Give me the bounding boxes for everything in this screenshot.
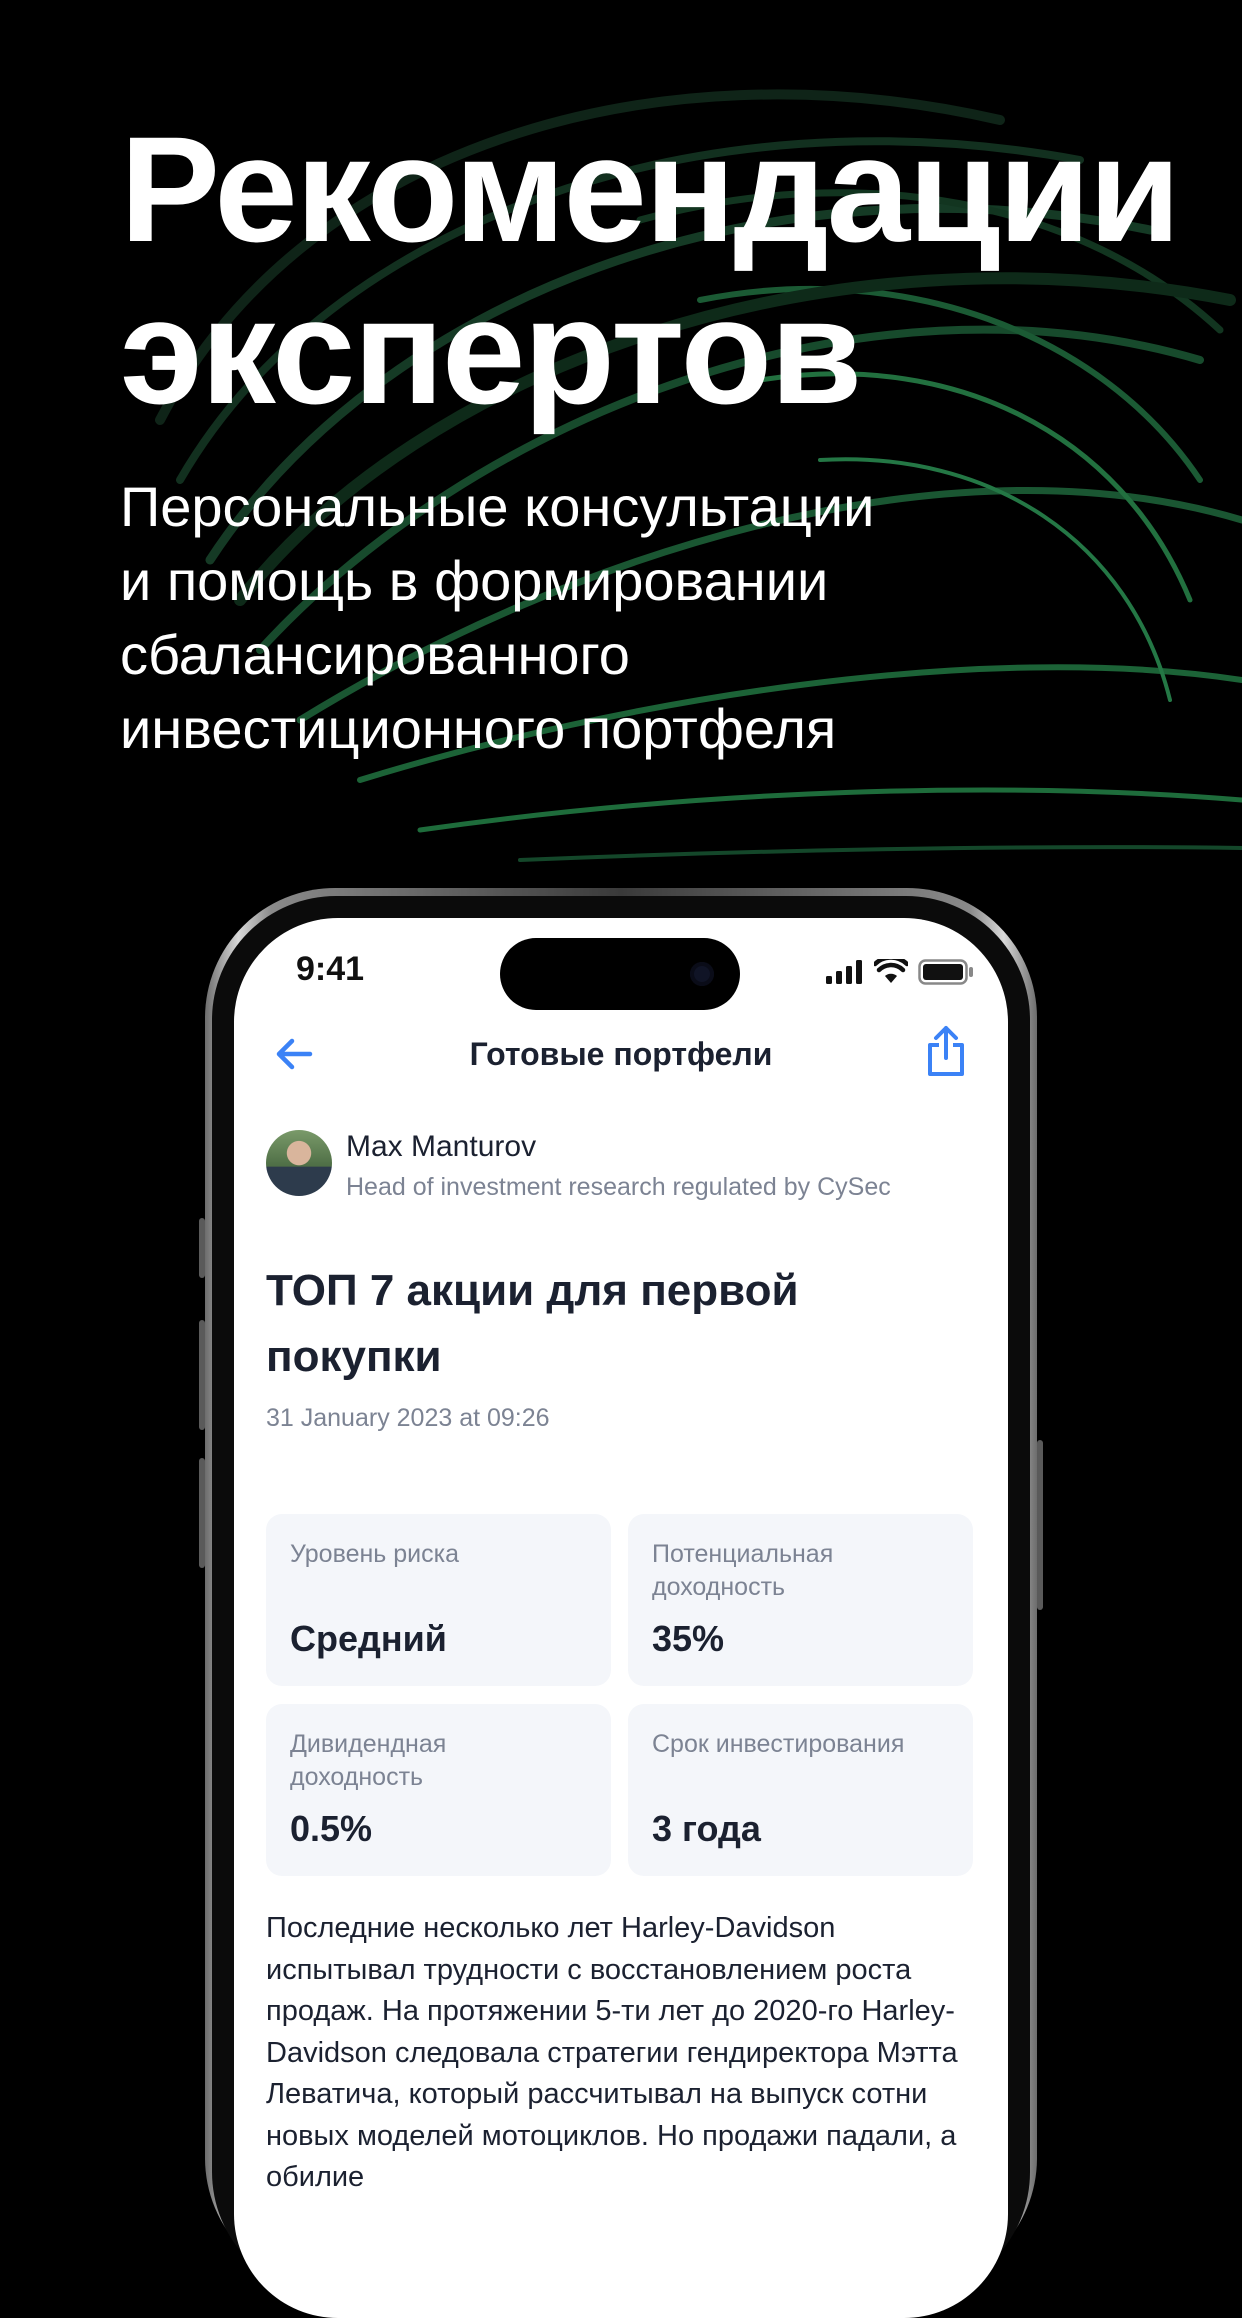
subtitle-line-3: сбалансированного xyxy=(120,623,630,686)
metric-value: 35% xyxy=(652,1618,725,1659)
post-body-text: Последние несколько лет Harley-Davidson … xyxy=(266,1912,958,2193)
avatar xyxy=(266,1130,332,1196)
wifi-icon xyxy=(874,959,908,983)
phone-volume-down xyxy=(199,1458,205,1568)
subtitle-line-2: и помощь в формировании xyxy=(120,549,829,612)
camera-icon xyxy=(690,962,714,986)
subtitle-line-4: инвестиционного портфеля xyxy=(120,697,837,760)
metric-card-risk: Уровень риска Средний xyxy=(266,1514,611,1686)
headline-line-1: Рекомендации xyxy=(120,105,1181,273)
metric-label: Срок инвестирования xyxy=(652,1730,905,1758)
metric-card-dividend-yield: Дивидендная доходность 0.5% xyxy=(266,1704,611,1876)
author-role: Head of investment research regulated by… xyxy=(346,1173,891,1201)
author-info: Max Manturov Head of investment research… xyxy=(346,1130,891,1204)
metric-value: 3 года xyxy=(652,1808,761,1849)
phone-power-button xyxy=(1037,1440,1043,1610)
metric-label: Потенциальная доходность xyxy=(652,1540,834,1601)
metric-card-potential-return: Потенциальная доходность 35% xyxy=(628,1514,973,1686)
battery-icon xyxy=(918,959,973,985)
post-title: ТОП 7 акции для первой покупки xyxy=(266,1266,799,1381)
author-name: Max Manturov xyxy=(346,1130,537,1163)
promo-headline: Рекомендации экспертов xyxy=(120,108,1200,432)
headline-line-2: экспертов xyxy=(120,267,862,435)
status-icons xyxy=(826,958,974,986)
phone-mute-switch xyxy=(199,1218,205,1278)
metric-value: Средний xyxy=(290,1618,447,1659)
post-date: 31 January 2023 at 09:26 xyxy=(266,1404,550,1432)
dynamic-island xyxy=(500,938,740,1010)
share-icon[interactable] xyxy=(924,1024,968,1078)
metric-label: Дивидендная доходность xyxy=(290,1730,447,1791)
metric-value: 0.5% xyxy=(290,1808,373,1849)
subtitle-line-1: Персональные консультации xyxy=(120,475,875,538)
cellular-signal-icon xyxy=(826,960,862,984)
author-block[interactable]: Max Manturov Head of investment research… xyxy=(266,1130,891,1204)
phone-screen: 9:41 Готовые портфели Max Manturov Head … xyxy=(234,918,1008,2318)
promo-subtitle: Персональные консультации и помощь в фор… xyxy=(120,470,1120,766)
status-time: 9:41 xyxy=(296,950,365,988)
phone-volume-up xyxy=(199,1320,205,1430)
metric-label: Уровень риска xyxy=(290,1540,460,1568)
metric-card-investment-term: Срок инвестирования 3 года xyxy=(628,1704,973,1876)
page-title: Готовые портфели xyxy=(469,1036,773,1072)
